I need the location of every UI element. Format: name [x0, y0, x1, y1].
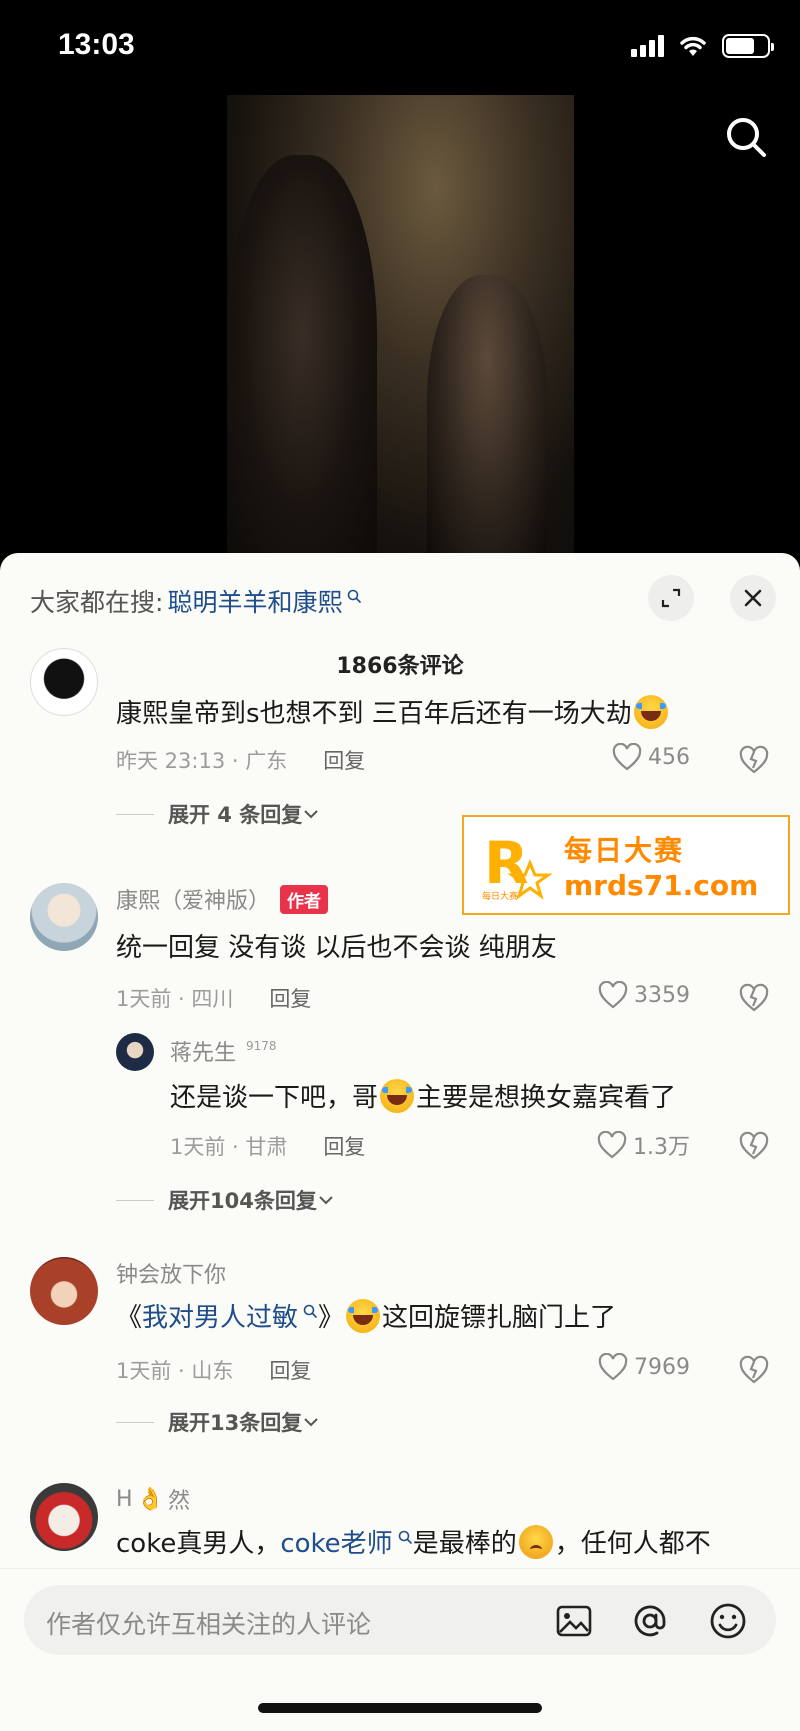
- like-count: 1.3万: [633, 1135, 690, 1160]
- watermark: R 每日大赛 每日大赛 mrds71.com: [462, 815, 790, 915]
- comment-time: 1天前 · 山东: [116, 1359, 234, 1383]
- svg-text:每日大赛: 每日大赛: [482, 890, 518, 902]
- avatar[interactable]: [30, 883, 98, 951]
- comment-author[interactable]: H 👌 然: [116, 1483, 190, 1515]
- comment-text: 《我对男人过敏》这回旋镖扎脑门上了: [116, 1297, 616, 1334]
- avatar[interactable]: [30, 1483, 98, 1551]
- reply-meta: 1天前 · 甘肃 回复: [170, 1131, 365, 1161]
- close-button[interactable]: [730, 575, 776, 621]
- video-frame[interactable]: [227, 95, 574, 555]
- comment-text: 统一回复 没有谈 以后也不会谈 纯朋友: [116, 933, 557, 963]
- comment-meta: 1天前 · 山东 回复: [116, 1355, 311, 1385]
- reply-time: 1天前 · 甘肃: [170, 1135, 288, 1159]
- like-count: 456: [648, 744, 690, 770]
- angry-emoji-icon: [518, 1524, 553, 1559]
- at-mention-icon[interactable]: [630, 1601, 670, 1641]
- video-person-right: [427, 275, 547, 555]
- hot-search[interactable]: 大家都在搜: 聪明羊羊和康熙: [30, 583, 362, 619]
- comment-time: 1天前 · 四川: [116, 987, 234, 1011]
- comment-item: 钟会放下你 《我对男人过敏》这回旋镖扎脑门上了 1天前 · 山东 回复 7969…: [0, 1257, 800, 1437]
- comment-text: 康熙皇帝到s也想不到 三百年后还有一场大劫: [116, 693, 670, 730]
- comment-meta: 昨天 23:13 · 广东 回复: [116, 745, 365, 775]
- like-count: 3359: [634, 982, 690, 1008]
- watermark-logo: R 每日大赛: [480, 825, 553, 905]
- reply-text: 还是谈一下吧，哥 主要是想换女嘉宾看了: [170, 1077, 676, 1114]
- comment-item: H 👌 然 coke真男人， coke老师 是最棒的 ，任何人都不: [0, 1483, 800, 1573]
- chevron-down-icon: [319, 1196, 333, 1205]
- reply-author[interactable]: 蒋先生 9178: [170, 1035, 277, 1067]
- status-icons: [631, 34, 774, 58]
- emoji-icon[interactable]: [708, 1601, 748, 1641]
- expand-replies[interactable]: 展开 4 条回复: [116, 799, 320, 829]
- comment-input-bar: 作者仅允许互相关注的人评论: [0, 1568, 800, 1678]
- search-link[interactable]: coke老师: [280, 1523, 392, 1560]
- comment-author[interactable]: 康熙（爱神版） 作者: [116, 883, 329, 915]
- heart-icon: [598, 981, 628, 1009]
- heart-icon: [597, 1131, 627, 1159]
- video-person-left: [227, 155, 377, 555]
- dislike-icon[interactable]: [738, 1355, 770, 1385]
- laugh-cry-emoji-icon: [380, 1078, 415, 1113]
- battery-icon: [722, 34, 774, 58]
- star-logo-icon: R 每日大赛: [482, 829, 553, 902]
- avatar[interactable]: [30, 1257, 98, 1325]
- comment-author[interactable]: 钟会放下你: [116, 1257, 226, 1289]
- chevron-down-icon: [304, 1418, 318, 1427]
- video-player[interactable]: [0, 95, 800, 560]
- avatar[interactable]: [30, 648, 98, 716]
- dislike-icon[interactable]: [738, 1131, 770, 1161]
- comment-text: coke真男人， coke老师 是最棒的 ，任何人都不: [116, 1523, 711, 1560]
- search-icon: [348, 589, 362, 603]
- laugh-cry-emoji-icon: [633, 694, 668, 729]
- like-count: 7969: [634, 1354, 690, 1380]
- signal-icon: [631, 35, 664, 57]
- author-mark: 9178: [246, 1039, 277, 1053]
- status-bar: 13:03: [0, 0, 800, 95]
- reply-button[interactable]: 回复: [269, 983, 311, 1013]
- ok-hand-emoji-icon: 👌: [136, 1486, 164, 1512]
- hot-search-term[interactable]: 聪明羊羊和康熙: [167, 583, 342, 619]
- comment-item: 康熙皇帝到s也想不到 三百年后还有一场大劫 昨天 23:13 · 广东 回复 4…: [0, 648, 800, 827]
- like-button[interactable]: 1.3万: [597, 1129, 690, 1161]
- hot-search-prefix: 大家都在搜:: [30, 588, 164, 617]
- reply-button[interactable]: 回复: [269, 1355, 311, 1385]
- watermark-text: 每日大赛 mrds71.com: [564, 833, 759, 902]
- heart-icon: [598, 1353, 628, 1381]
- like-button[interactable]: 3359: [598, 981, 690, 1009]
- avatar[interactable]: [116, 1033, 154, 1071]
- expand-icon: [661, 588, 681, 608]
- like-button[interactable]: 456: [612, 743, 690, 771]
- comment-item: 康熙（爱神版） 作者 统一回复 没有谈 以后也不会谈 纯朋友 1天前 · 四川 …: [0, 883, 800, 1243]
- search-link[interactable]: 我对男人过敏: [142, 1297, 298, 1334]
- expand-replies[interactable]: 展开104条回复: [116, 1185, 335, 1215]
- dislike-icon[interactable]: [738, 983, 770, 1013]
- input-placeholder: 作者仅允许互相关注的人评论: [46, 1610, 372, 1639]
- close-icon: [744, 589, 762, 607]
- expand-replies[interactable]: 展开13条回复: [116, 1407, 320, 1437]
- comment-input[interactable]: 作者仅允许互相关注的人评论: [24, 1585, 776, 1655]
- search-icon[interactable]: [722, 113, 770, 161]
- status-time: 13:03: [58, 28, 135, 61]
- expand-button[interactable]: [648, 575, 694, 621]
- reply-button[interactable]: 回复: [323, 1131, 365, 1161]
- image-icon[interactable]: [554, 1601, 594, 1641]
- comment-sheet: 大家都在搜: 聪明羊羊和康熙 1866条评论 康熙皇帝到s也想不到 三百年后还有…: [0, 553, 800, 1731]
- laugh-cry-emoji-icon: [346, 1298, 381, 1333]
- home-indicator: [258, 1703, 542, 1713]
- sheet-header: 大家都在搜: 聪明羊羊和康熙 1866条评论: [0, 553, 800, 688]
- dislike-icon[interactable]: [738, 745, 770, 775]
- heart-icon: [612, 743, 642, 771]
- search-icon: [398, 1530, 412, 1544]
- author-badge: 作者: [280, 884, 329, 914]
- like-button[interactable]: 7969: [598, 1353, 690, 1381]
- comment-meta: 1天前 · 四川 回复: [116, 983, 311, 1013]
- comment-time: 昨天 23:13 · 广东: [116, 749, 288, 773]
- wifi-icon: [680, 36, 706, 56]
- chevron-down-icon: [304, 810, 318, 819]
- reply-button[interactable]: 回复: [323, 745, 365, 775]
- search-icon: [303, 1304, 317, 1318]
